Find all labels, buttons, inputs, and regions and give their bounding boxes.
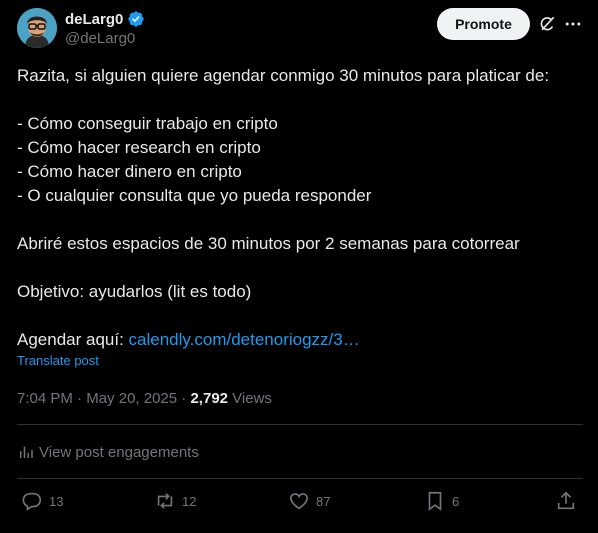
bookmark-icon (428, 491, 442, 511)
heart-icon (289, 493, 309, 510)
verified-badge-icon[interactable] (127, 10, 145, 28)
meta-separator: · (177, 389, 191, 407)
translate-post-link[interactable]: Translate post (17, 353, 99, 368)
post-line: Razita, si alguien quiere agendar conmig… (17, 66, 550, 85)
analytics-icon (20, 446, 33, 458)
post-line: - Cómo hacer dinero en cripto (17, 162, 242, 181)
view-engagements-label: View post engagements (39, 443, 199, 461)
grok-icon[interactable] (537, 14, 557, 34)
post-meta: 7:04 PM · May 20, 2025 · 2,792 Views (17, 388, 272, 408)
repost-icon (157, 493, 173, 509)
author-display-name[interactable]: deLarg0 (65, 11, 123, 28)
views-count: 2,792 (190, 389, 229, 407)
promote-button[interactable]: Promote (437, 8, 530, 40)
post-time[interactable]: 7:04 PM (17, 390, 73, 407)
author-handle[interactable]: @deLarg0 (65, 30, 145, 47)
avatar-illustration-icon (17, 8, 57, 48)
like-button[interactable]: 87 (288, 489, 330, 513)
post-line: - Cómo hacer research en cripto (17, 138, 261, 157)
schedule-line: Agendar aquí: calendly.com/detenoriogzz/… (17, 328, 583, 352)
avatar[interactable] (17, 8, 57, 48)
post-line: Abriré estos espacios de 30 minutos por … (17, 234, 520, 253)
meta-separator: · (72, 389, 87, 407)
divider (17, 424, 583, 425)
share-button[interactable] (555, 489, 583, 513)
post-line (17, 208, 583, 232)
schedule-prefix: Agendar aquí: (17, 330, 129, 349)
author-info: deLarg0 @deLarg0 (65, 9, 145, 47)
divider (17, 478, 583, 479)
post-text: Razita, si alguien quiere agendar conmig… (17, 64, 583, 352)
view-engagements-button[interactable]: View post engagements (17, 441, 199, 463)
repost-count: 12 (182, 493, 197, 509)
reply-button[interactable]: 13 (21, 489, 63, 513)
post-line (17, 88, 583, 112)
share-icon (557, 491, 575, 510)
post-header: deLarg0 @deLarg0 Promote (17, 8, 583, 50)
post-line (17, 256, 583, 280)
bookmark-count: 6 (452, 493, 460, 509)
reply-count: 13 (49, 493, 64, 509)
views-label: Views (228, 389, 272, 407)
repost-button[interactable]: 12 (154, 489, 196, 513)
post-line: Objetivo: ayudarlos (lit es todo) (17, 282, 252, 301)
post-line: - Cómo conseguir trabajo en cripto (17, 114, 278, 133)
more-icon[interactable] (563, 14, 583, 34)
bookmark-button[interactable]: 6 (424, 489, 459, 513)
schedule-link[interactable]: calendly.com/detenoriogzz/3… (129, 330, 360, 349)
post-line: - O cualquier consulta que yo pueda resp… (17, 186, 372, 205)
reply-icon (22, 492, 42, 511)
post-line (17, 304, 583, 328)
post-date[interactable]: May 20, 2025 (86, 390, 177, 407)
action-bar: 13 12 87 6 (17, 489, 583, 513)
like-count: 87 (316, 493, 331, 509)
